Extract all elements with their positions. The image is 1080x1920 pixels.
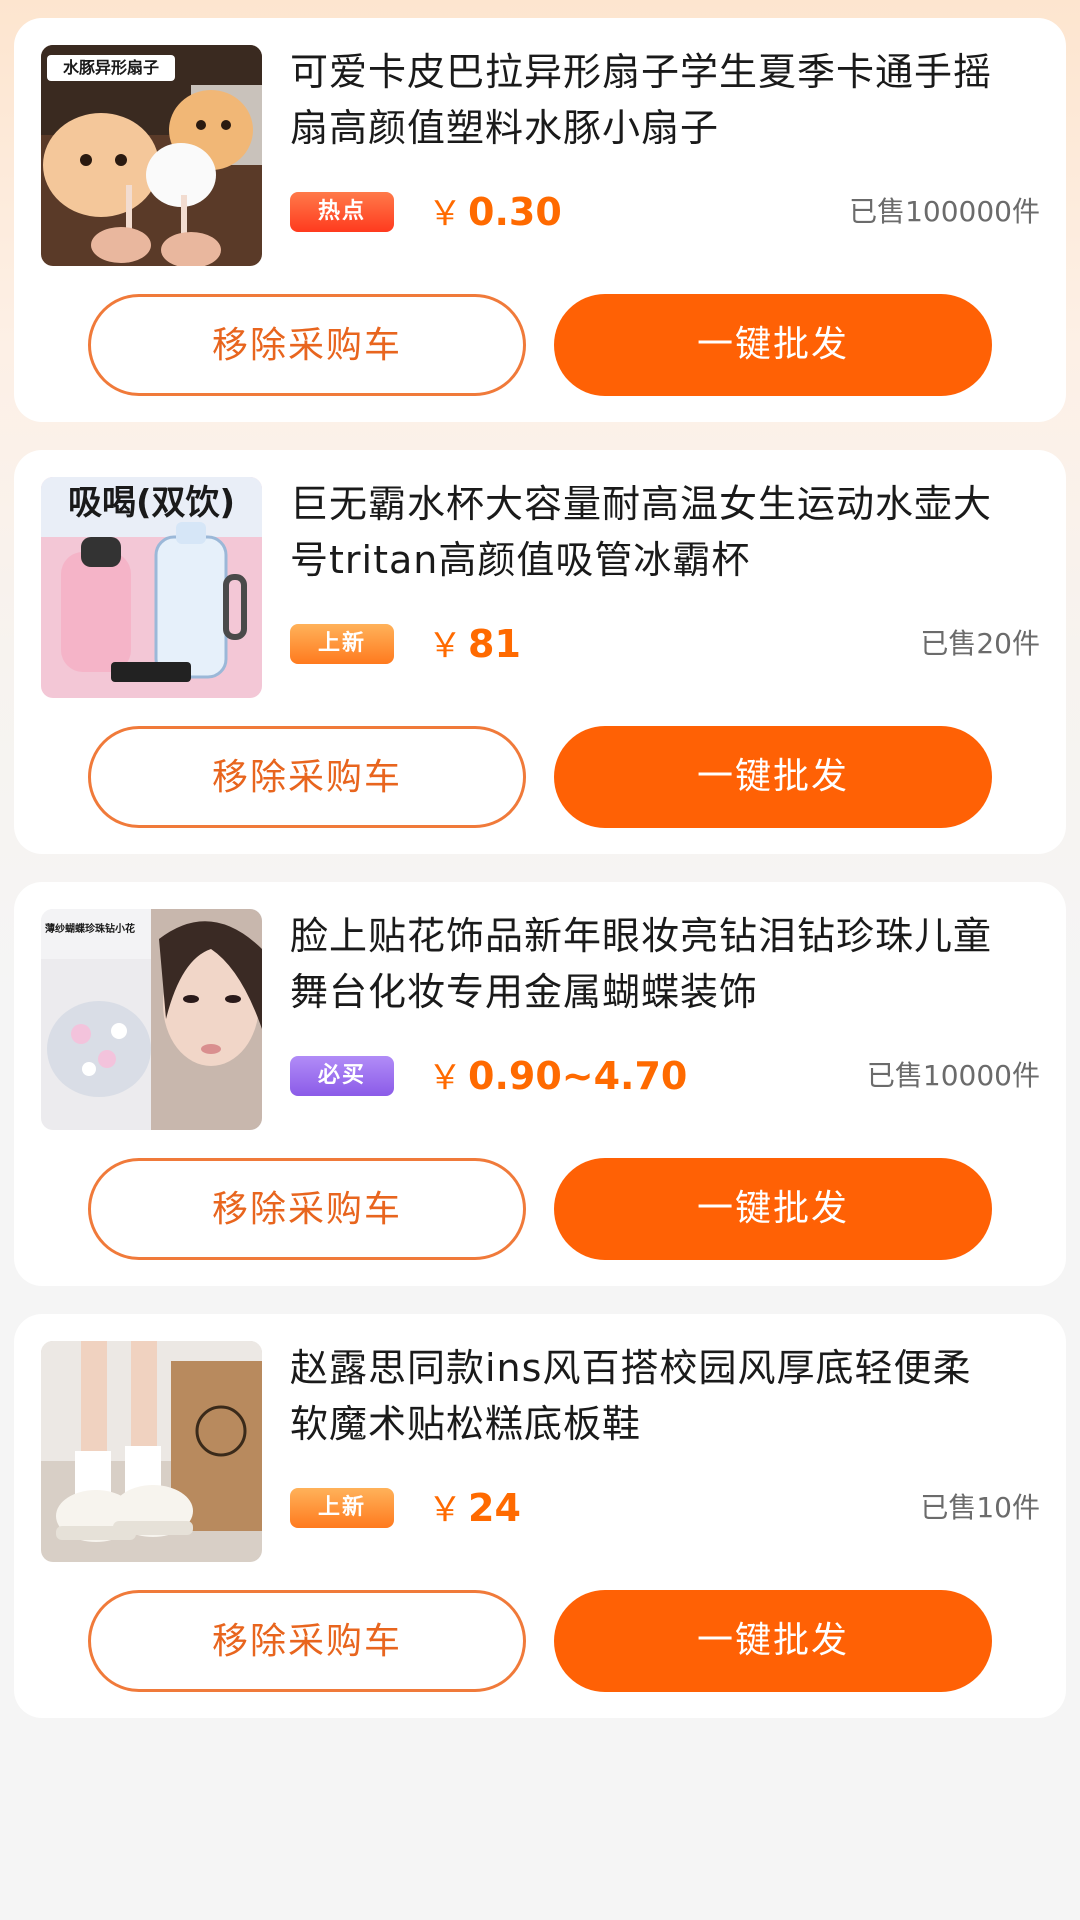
- wholesale-button[interactable]: 一键批发: [554, 294, 992, 396]
- price-symbol: ￥: [428, 626, 462, 666]
- remove-from-cart-button[interactable]: 移除采购车: [88, 726, 526, 828]
- remove-from-cart-button[interactable]: 移除采购车: [88, 1158, 526, 1260]
- image-caption: 吸喝(双饮): [67, 483, 236, 523]
- product-image[interactable]: 吸喝(双饮): [41, 477, 262, 698]
- price-value: 81: [468, 622, 521, 666]
- product-card[interactable]: 水豚异形扇子 可爱卡皮巴拉异形扇子学生夏季卡通手摇扇高颜值塑料水豚小扇子 热点 …: [14, 18, 1066, 422]
- sold-count: 已售10件: [920, 1491, 1040, 1524]
- image-caption: 水豚异形扇子: [62, 58, 159, 77]
- price-symbol: ￥: [428, 1490, 462, 1530]
- wholesale-button[interactable]: 一键批发: [554, 1590, 992, 1692]
- product-title[interactable]: 巨无霸水杯大容量耐高温女生运动水壶大号tritan高颜值吸管冰霸杯: [290, 476, 1010, 588]
- product-title[interactable]: 可爱卡皮巴拉异形扇子学生夏季卡通手摇扇高颜值塑料水豚小扇子: [290, 44, 1010, 156]
- product-tag-badge: 上新: [290, 624, 394, 664]
- product-card[interactable]: 赵露思同款ins风百搭校园风厚底轻便柔软魔术贴松糕底板鞋 上新 ￥ 24 已售10…: [14, 1314, 1066, 1718]
- product-image[interactable]: 水豚异形扇子: [41, 45, 262, 266]
- product-card[interactable]: 薄纱蝴蝶珍珠钻小花 脸上贴花饰品新年眼妆亮钻泪钻珍珠儿童舞台化妆专用金属蝴蝶装饰…: [14, 882, 1066, 1286]
- product-price: ￥ 0.90~4.70: [428, 1048, 687, 1106]
- product-image[interactable]: [41, 1341, 262, 1562]
- remove-from-cart-button[interactable]: 移除采购车: [88, 1590, 526, 1692]
- product-card[interactable]: 吸喝(双饮) 巨无霸水杯大容量耐高温女生运动水壶大号tritan高颜值吸管冰霸杯…: [14, 450, 1066, 854]
- price-value: 24: [468, 1486, 521, 1530]
- product-title[interactable]: 脸上贴花饰品新年眼妆亮钻泪钻珍珠儿童舞台化妆专用金属蝴蝶装饰: [290, 908, 1010, 1020]
- product-tag-badge: 必买: [290, 1056, 394, 1096]
- sold-count: 已售10000件: [866, 1059, 1040, 1092]
- product-price: ￥ 0.30: [428, 184, 562, 242]
- product-image[interactable]: 薄纱蝴蝶珍珠钻小花: [41, 909, 262, 1130]
- sold-count: 已售20件: [920, 627, 1040, 660]
- product-price: ￥ 81: [428, 616, 521, 674]
- image-caption: 薄纱蝴蝶珍珠钻小花: [45, 924, 135, 935]
- wholesale-button[interactable]: 一键批发: [554, 726, 992, 828]
- price-symbol: ￥: [428, 194, 462, 234]
- sold-count: 已售100000件: [849, 195, 1040, 228]
- product-price: ￥ 24: [428, 1480, 521, 1538]
- remove-from-cart-button[interactable]: 移除采购车: [88, 294, 526, 396]
- price-symbol: ￥: [428, 1058, 462, 1098]
- price-value: 0.90~4.70: [468, 1054, 688, 1098]
- product-title[interactable]: 赵露思同款ins风百搭校园风厚底轻便柔软魔术贴松糕底板鞋: [290, 1340, 1010, 1452]
- product-tag-badge: 上新: [290, 1488, 394, 1528]
- price-value: 0.30: [468, 190, 562, 234]
- wholesale-button[interactable]: 一键批发: [554, 1158, 992, 1260]
- product-tag-badge: 热点: [290, 192, 394, 232]
